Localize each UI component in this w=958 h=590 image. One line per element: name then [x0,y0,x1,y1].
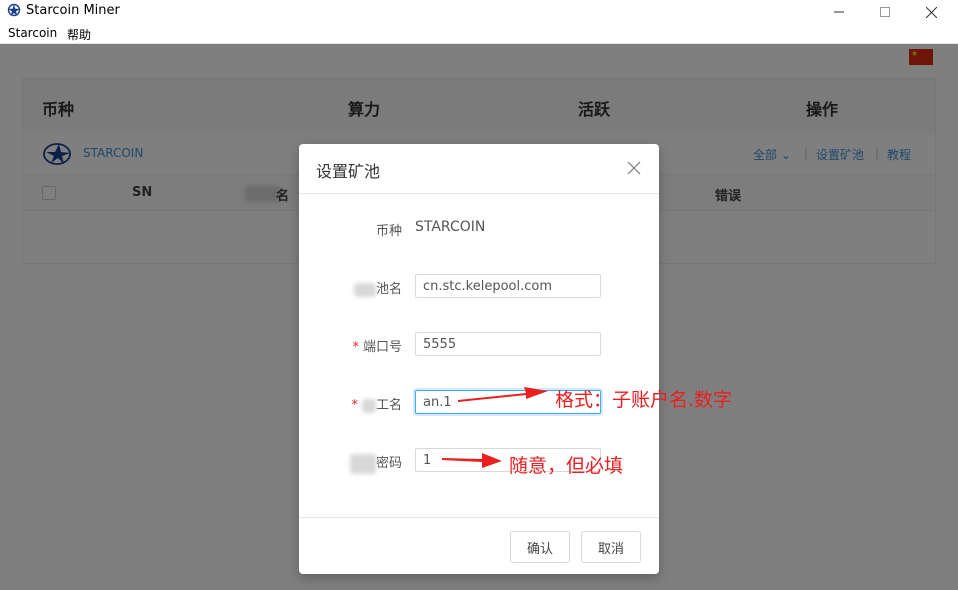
annotation-arrow-icon [442,453,502,468]
window-title: Starcoin Miner [26,3,120,18]
dialog-footer: 确认 取消 [299,517,659,574]
port-input[interactable] [415,332,601,356]
edge-fragment: : [952,176,956,189]
blurred-text [361,398,376,413]
menu-item-help[interactable]: 帮助 [67,26,91,43]
starcoin-logo-icon [7,3,21,17]
required-marker: * [351,398,358,413]
required-marker: * [352,340,359,355]
dialog-header: 设置矿池 [299,144,659,194]
minimize-icon [834,11,844,13]
dialog-title: 设置矿池 [316,162,381,181]
port-label-text: 端口号 [362,340,402,355]
password-note: 随意，但必填 [509,455,624,477]
close-icon [925,6,937,18]
edge-fragment: : [952,58,956,71]
port-label: * 端口号 [352,336,402,355]
worker-format-note: 格式：子账户名.数字 [555,389,733,411]
coin-value: STARCOIN [415,219,486,235]
menu-bar: Starcoin 帮助 [0,24,958,44]
confirm-button[interactable]: 确认 [510,531,570,563]
edge-fragment: : [952,246,956,259]
password-label: 密码 [349,452,402,474]
annotation-arrow-icon [458,387,548,402]
blurred-text [353,282,376,297]
maximize-icon [880,7,890,17]
blurred-text [349,453,376,474]
close-window-button[interactable] [908,0,954,24]
menu-item-starcoin[interactable]: Starcoin [8,26,57,40]
worker-label-text: 工名 [375,398,402,413]
pool-label: 池名 [353,278,402,297]
coin-label: 币种 [375,224,402,239]
close-icon[interactable] [625,159,643,177]
title-bar: Starcoin Miner [0,0,958,24]
maximize-button[interactable] [862,0,908,24]
worker-label: * 工名 [351,394,402,413]
pool-label-text: 池名 [375,282,402,297]
pool-url-input[interactable] [415,274,601,298]
cancel-button[interactable]: 取消 [581,531,641,563]
minimize-button[interactable] [816,0,862,24]
edge-fragment: : [952,198,956,211]
password-label-text: 密码 [375,456,402,471]
set-pool-dialog: 设置矿池 币种 STARCOIN 池名 *端口号 *工名 密码 确认 取消 [299,144,659,574]
edge-fragment: : [952,152,956,165]
